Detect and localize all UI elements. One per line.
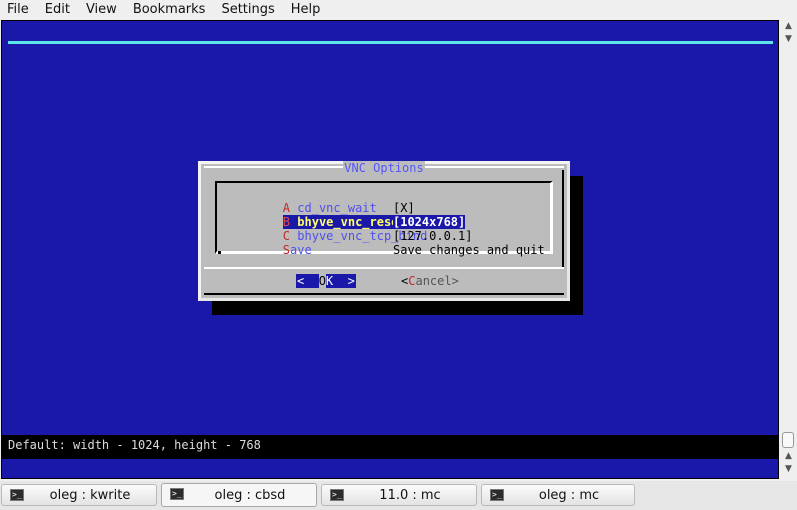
- dialog-title: VNC Options: [343, 161, 425, 175]
- cancel-button[interactable]: <Cancel>: [401, 274, 459, 288]
- menu-item-save[interactable]: Save Save changes and quit: [225, 229, 545, 257]
- ok-hotkey: O: [318, 274, 326, 288]
- status-line: Default: width - 1024, height - 768: [1, 435, 779, 459]
- menu-item-name: ave: [290, 243, 312, 257]
- dialog-bottom-border: [204, 293, 564, 295]
- task-label: oleg : cbsd: [214, 487, 286, 503]
- task-oleg-kwrite[interactable]: >_ oleg : kwrite: [1, 484, 157, 506]
- taskbar: >_ oleg : kwrite >_ oleg : cbsd >_ 11.0 …: [0, 481, 797, 510]
- dialog-separator: [204, 267, 564, 269]
- menu-item-cd-vnc-wait[interactable]: A cd_vnc_wait [X]: [225, 187, 415, 215]
- menu-item-value: [127.0.0.1]: [393, 229, 473, 243]
- menu-list: A cd_vnc_wait [X] B bhyve_vnc_resolution[…: [215, 181, 553, 257]
- menu-box-corner: [218, 251, 221, 254]
- task-11-mc[interactable]: >_ 11.0 : mc: [321, 484, 477, 506]
- terminal-icon: >_: [490, 489, 504, 501]
- menu-item-value: Save changes and quit: [393, 243, 545, 257]
- terminal-screen[interactable]: VNC Options A cd_vnc_wait [X] B bhyve_vnc…: [1, 20, 779, 479]
- menu-item-bhyve-vnc-resolution[interactable]: B bhyve_vnc_resolution [1024x768]: [225, 201, 466, 229]
- scroll-up-icon[interactable]: ▲: [782, 20, 795, 33]
- menu-edit[interactable]: Edit: [37, 0, 78, 20]
- menu-settings[interactable]: Settings: [213, 0, 282, 20]
- task-oleg-mc[interactable]: >_ oleg : mc: [481, 484, 635, 506]
- task-label: oleg : kwrite: [49, 487, 131, 503]
- menu-bookmarks[interactable]: Bookmarks: [125, 0, 214, 20]
- menu-help[interactable]: Help: [283, 0, 329, 20]
- menu-file[interactable]: File: [0, 0, 37, 20]
- menubar: File Edit View Bookmarks Settings Help: [0, 0, 797, 20]
- menu-view[interactable]: View: [78, 0, 125, 20]
- status-text: Default: width - 1024, height - 768: [8, 438, 261, 452]
- scroll-down-icon[interactable]: ▼: [782, 463, 795, 476]
- scroll-up-icon[interactable]: ▲: [782, 450, 795, 463]
- scroll-down-icon[interactable]: ▼: [782, 33, 795, 46]
- vnc-options-dialog: VNC Options A cd_vnc_wait [X] B bhyve_vnc…: [198, 161, 570, 301]
- terminal-icon: >_: [170, 488, 184, 500]
- task-label: 11.0 : mc: [379, 487, 441, 503]
- terminal-icon: >_: [330, 489, 344, 501]
- ok-button[interactable]: < OK >: [296, 274, 356, 288]
- menu-item-bhyve-vnc-tcp-bind[interactable]: C bhyve_vnc_tcp_bind [127.0.0.1]: [225, 215, 473, 243]
- task-oleg-cbsd[interactable]: >_ oleg : cbsd: [161, 483, 317, 507]
- task-label: oleg : mc: [538, 487, 600, 503]
- menu-item-hotkey: S: [282, 243, 291, 257]
- terminal-scrollbar[interactable]: ▲ ▼ ▲ ▼: [779, 20, 797, 479]
- dialog-border: [562, 170, 564, 268]
- terminal-icon: >_: [10, 489, 24, 501]
- dialog-backtitle-line: [8, 41, 773, 44]
- scroll-thumb[interactable]: [782, 432, 794, 448]
